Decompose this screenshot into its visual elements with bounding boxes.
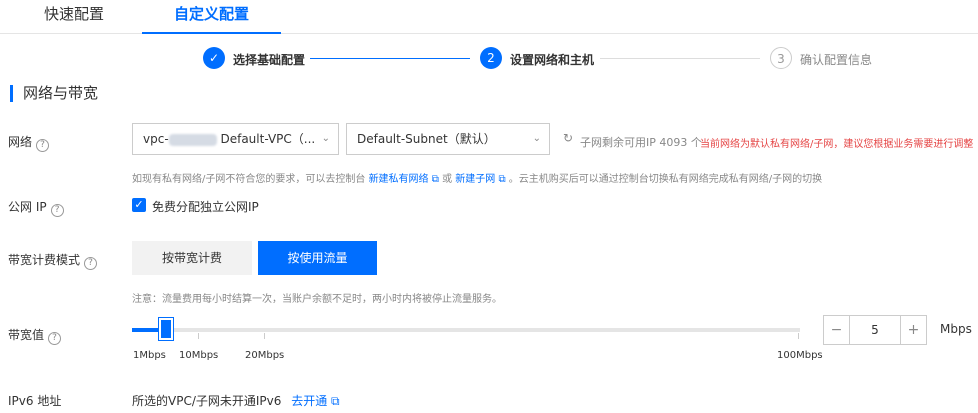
step-3-label: 确认配置信息 (800, 53, 873, 67)
slider-tick (798, 333, 799, 339)
ipv6-status: 所选的VPC/子网未开通IPv6 (132, 394, 282, 408)
bandwidth-input[interactable]: 5 (850, 316, 900, 344)
public-ip-checkbox[interactable]: ✓ (132, 198, 146, 212)
bandwidth-label: 带宽值? (8, 326, 62, 345)
network-note: 如现有私有网络/子网不符合您的要求，可以去控制台 新建私有网络 ⧉ 或 新建子网… (132, 170, 822, 185)
new-subnet-link[interactable]: 新建子网 (455, 174, 495, 185)
note-prefix: 如现有私有网络/子网不符合您的要求，可以去控制台 (132, 174, 366, 185)
step-indicator: ✓ 选择基础配置 2 设置网络和主机 3 确认配置信息 (0, 44, 978, 74)
tick-label: 1Mbps (133, 350, 166, 361)
chevron-down-icon: ⌄ (532, 133, 541, 144)
bandwidth-slider-track[interactable] (132, 328, 800, 332)
step-line (600, 58, 760, 59)
help-icon[interactable]: ? (48, 332, 62, 345)
vpc-id-blurred (168, 133, 217, 146)
tick-label: 100Mbps (777, 350, 823, 361)
bandwidth-stepper: − 5 + (823, 315, 927, 345)
tab-custom-config[interactable]: 自定义配置 (142, 0, 281, 34)
note-or: 或 (442, 174, 453, 185)
billing-mode-label: 带宽计费模式? (8, 251, 98, 270)
chevron-down-icon: ⌄ (321, 133, 330, 144)
network-warning: 当前网络为默认私有网络/子网，建议您根据业务需要进行调整 (700, 139, 974, 150)
step-1-check-icon: ✓ (203, 47, 225, 69)
billing-traffic-button[interactable]: 按使用流量 (258, 241, 377, 275)
slider-tick (264, 333, 265, 339)
decrement-button[interactable]: − (824, 316, 850, 344)
external-link-icon: ⧉ (428, 174, 439, 185)
slider-tick (198, 333, 199, 339)
ip-remaining: 子网剩余可用IP 4093 个 (580, 136, 702, 149)
bandwidth-label-text: 带宽值 (8, 328, 45, 342)
refresh-icon[interactable]: ↻ (563, 131, 573, 145)
billing-bandwidth-button[interactable]: 按带宽计费 (132, 241, 252, 275)
ipv6-label: IPv6 地址 (8, 394, 62, 408)
step-2-number: 2 (480, 47, 502, 69)
billing-mode-label-text: 带宽计费模式 (8, 253, 81, 267)
increment-button[interactable]: + (900, 316, 926, 344)
ipv6-text: 所选的VPC/子网未开通IPv6 去开通 ⧉ (132, 392, 340, 409)
vpc-name: Default-VPC（... (220, 132, 316, 146)
section-title: 网络与带宽 (10, 85, 98, 102)
subnet-name: Default-Subnet（默认） (357, 132, 496, 146)
vpc-prefix: vpc- (143, 132, 169, 146)
enable-ipv6-link[interactable]: 去开通 (291, 394, 327, 408)
network-label-text: 网络 (8, 135, 33, 149)
help-icon[interactable]: ? (84, 257, 98, 270)
help-icon[interactable]: ? (50, 204, 64, 217)
network-label: 网络? (8, 133, 50, 152)
public-ip-label-text: 公网 IP (8, 200, 47, 214)
tab-quick-config[interactable]: 快速配置 (44, 0, 104, 34)
config-tabs: 快速配置 自定义配置 (0, 0, 978, 34)
tick-label: 20Mbps (245, 350, 285, 361)
bandwidth-unit: Mbps (940, 322, 972, 336)
public-ip-label: 公网 IP? (8, 198, 64, 217)
new-vpc-link[interactable]: 新建私有网络 (369, 174, 429, 185)
step-1-label: 选择基础配置 (233, 53, 306, 67)
subnet-select[interactable]: Default-Subnet（默认） ⌄ (346, 123, 550, 155)
tick-label: 10Mbps (179, 350, 219, 361)
external-link-icon: ⧉ (495, 174, 506, 185)
vpc-select[interactable]: vpc- Default-VPC（... ⌄ (132, 123, 339, 155)
help-icon[interactable]: ? (36, 139, 50, 152)
billing-note: 注意：流量费用每小时结算一次，当账户余额不足时，两小时内将被停止流量服务。 (132, 294, 502, 305)
step-line (310, 58, 470, 59)
public-ip-checkbox-label[interactable]: 免费分配独立公网IP (152, 198, 259, 215)
bandwidth-slider-handle[interactable] (159, 318, 173, 340)
external-link-icon: ⧉ (327, 394, 340, 408)
step-2-label: 设置网络和主机 (510, 53, 595, 67)
note-suffix: 。云主机购买后可以通过控制台切换私有网络完成私有网络/子网的切换 (508, 174, 823, 185)
step-3-number: 3 (770, 47, 792, 69)
